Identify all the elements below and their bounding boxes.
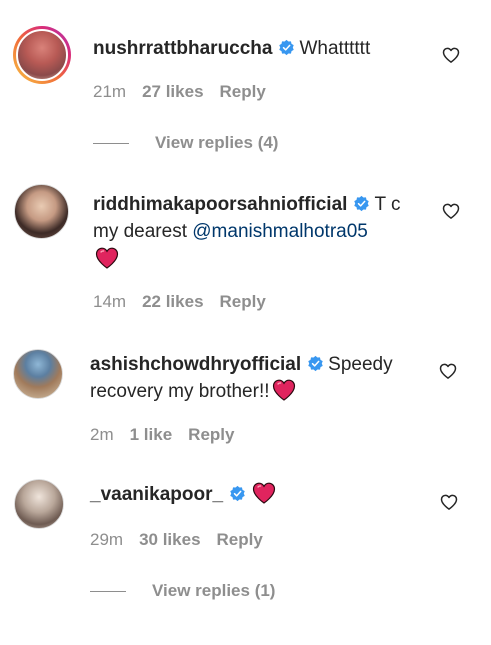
verified-badge-icon (230, 485, 245, 502)
comment-meta: 14m 22 likes Reply (93, 292, 282, 312)
timestamp[interactable]: 2m (90, 425, 114, 444)
heart-outline-icon[interactable] (441, 45, 461, 65)
comment-text: _vaanikapoor_ (90, 482, 276, 507)
avatar[interactable] (14, 184, 69, 239)
comment-body: T c (374, 194, 401, 215)
username[interactable]: riddhimakapoorsahniofficial (93, 194, 347, 215)
comment-text-line2: recovery my brother!! (90, 379, 296, 404)
comment-text: riddhimakapoorsahniofficial T c (93, 192, 400, 217)
username[interactable]: nushrrattbharuccha (93, 38, 272, 59)
avatar[interactable] (13, 349, 63, 399)
likes-count[interactable]: 22 likes (142, 292, 203, 311)
timestamp[interactable]: 14m (93, 292, 126, 311)
heart-outline-icon[interactable] (441, 201, 461, 221)
timestamp[interactable]: 21m (93, 82, 126, 101)
view-replies-button[interactable]: View replies (1) (90, 581, 275, 601)
verified-badge-icon (279, 39, 295, 56)
verified-badge-icon (308, 355, 323, 372)
reply-button[interactable]: Reply (220, 82, 266, 101)
avatar[interactable] (14, 479, 64, 529)
view-replies-label[interactable]: View replies (4) (155, 133, 278, 153)
likes-count[interactable]: 27 likes (142, 82, 203, 101)
comment-text: ashishchowdhryofficial Speedy (90, 352, 393, 377)
divider (93, 142, 129, 144)
comment-text: nushrrattbharuccha Whatttttt (93, 36, 370, 61)
reply-button[interactable]: Reply (217, 530, 263, 549)
comment-body: my dearest (93, 221, 193, 242)
mention-link[interactable]: @manishmalhotra05 (192, 221, 368, 242)
timestamp[interactable]: 29m (90, 530, 123, 549)
comment-text-line2: my dearest @manishmalhotra05 (93, 219, 368, 244)
view-replies-button[interactable]: View replies (4) (93, 133, 278, 153)
username[interactable]: ashishchowdhryofficial (90, 354, 301, 375)
comment-meta: 2m 1 like Reply (90, 425, 250, 445)
view-replies-label[interactable]: View replies (1) (152, 581, 275, 601)
username[interactable]: _vaanikapoor_ (90, 484, 223, 505)
avatar[interactable] (13, 26, 71, 84)
reply-button[interactable]: Reply (220, 292, 266, 311)
red-heart-emoji (252, 482, 276, 504)
reply-button[interactable]: Reply (188, 425, 234, 444)
verified-badge-icon (354, 195, 370, 212)
comment-body: recovery my brother!! (90, 381, 270, 402)
comment-meta: 21m 27 likes Reply (93, 82, 282, 102)
comment-meta: 29m 30 likes Reply (90, 530, 279, 550)
heart-outline-icon[interactable] (439, 492, 459, 512)
red-heart-emoji (272, 379, 295, 401)
comment-body: Speedy (328, 354, 393, 375)
red-heart-emoji (95, 247, 119, 269)
likes-count[interactable]: 1 like (130, 425, 173, 444)
likes-count[interactable]: 30 likes (139, 530, 200, 549)
divider (90, 590, 126, 592)
heart-outline-icon[interactable] (438, 361, 458, 381)
comment-body: Whatttttt (299, 38, 371, 59)
